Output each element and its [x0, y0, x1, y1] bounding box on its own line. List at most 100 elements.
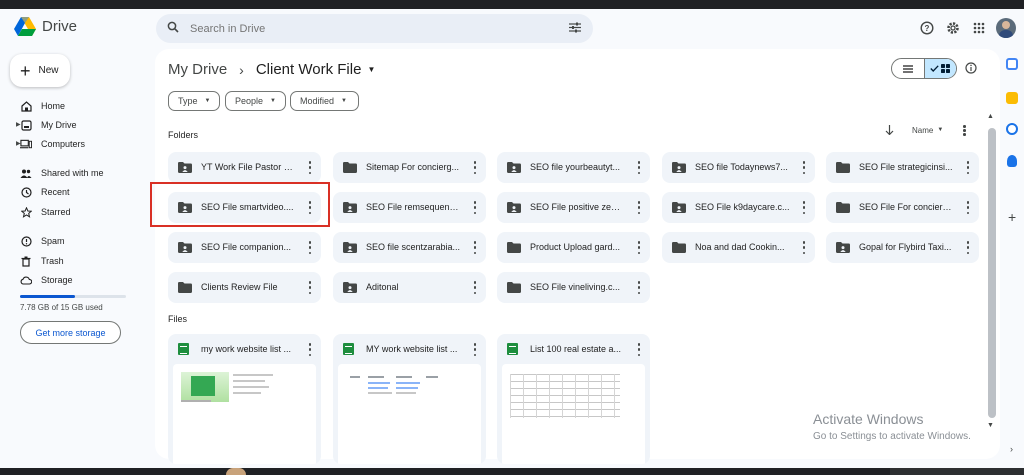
annotation-highlight-box	[150, 182, 330, 227]
sidebar-item-home[interactable]: Home	[0, 96, 155, 115]
folder-card[interactable]: SEO File remsequenc...	[333, 192, 486, 223]
svg-text:?: ?	[925, 24, 930, 33]
info-icon[interactable]	[965, 62, 977, 74]
folder-card[interactable]: SEO File vineliving.c...	[497, 272, 650, 303]
folder-card[interactable]: SEO file Todaynews7...	[662, 152, 815, 183]
file-thumbnail[interactable]	[338, 364, 481, 464]
more-options-icon[interactable]	[473, 161, 477, 174]
contacts-icon[interactable]	[1007, 155, 1017, 167]
new-button[interactable]: + New	[10, 54, 70, 87]
search-icon[interactable]	[167, 21, 179, 33]
more-options-icon[interactable]	[637, 343, 641, 356]
folder-card[interactable]: Noa and dad Cookin...	[662, 232, 815, 263]
filter-modified-chip[interactable]: Modified ▼	[290, 91, 359, 111]
search-input[interactable]	[190, 20, 550, 37]
account-avatar[interactable]	[996, 18, 1016, 38]
collapse-panel-icon[interactable]: ›	[1010, 444, 1013, 454]
file-card[interactable]: MY work website list ...	[333, 334, 486, 464]
more-options-icon[interactable]	[802, 201, 806, 214]
taskbar-tray[interactable]	[890, 468, 1024, 475]
sidebar-item-spam[interactable]: Spam	[0, 231, 155, 250]
sidebar-item-computers[interactable]: ▶ Computers	[0, 134, 155, 153]
more-options-icon[interactable]	[966, 161, 970, 174]
grid-view-button[interactable]	[923, 59, 956, 78]
sidebar-item-label: Starred	[41, 206, 71, 217]
sidebar-item-recent[interactable]: Recent	[0, 182, 155, 201]
more-options-icon[interactable]	[308, 241, 312, 254]
more-options-icon[interactable]	[637, 161, 641, 174]
folder-card[interactable]: Aditonal	[333, 272, 486, 303]
more-options-icon[interactable]	[473, 241, 477, 254]
breadcrumb-current[interactable]: Client Work File	[256, 61, 362, 78]
more-options-icon[interactable]	[963, 125, 966, 136]
list-view-icon	[902, 64, 913, 73]
filter-people-chip[interactable]: People ▼	[225, 91, 286, 111]
list-view-button[interactable]	[892, 59, 924, 78]
file-card[interactable]: my work website list ...	[168, 334, 321, 464]
folder-card[interactable]: Gopal for Flybird Taxi...	[826, 232, 979, 263]
calendar-icon[interactable]	[1006, 58, 1018, 70]
file-card-header: MY work website list ...	[333, 334, 486, 364]
taskbar-avatar[interactable]	[226, 468, 246, 475]
main-content: My Drive › Client Work File ▼ Type ▼ Peop…	[155, 49, 1000, 464]
shared-folder-icon	[343, 202, 357, 213]
more-options-icon[interactable]	[802, 241, 806, 254]
folder-name: SEO file yourbeautyt...	[530, 162, 621, 172]
vertical-scrollbar[interactable]	[988, 128, 996, 418]
get-more-storage-button[interactable]: Get more storage	[20, 321, 121, 344]
sidebar-item-shared[interactable]: Shared with me	[0, 163, 155, 182]
sidebar-item-trash[interactable]: Trash	[0, 251, 155, 270]
folder-name: SEO file scentzarabia...	[366, 242, 461, 252]
more-options-icon[interactable]	[802, 161, 806, 174]
sidebar-item-storage[interactable]: Storage	[0, 270, 155, 289]
search-bar[interactable]	[156, 14, 593, 43]
folder-icon	[178, 282, 192, 293]
folder-card[interactable]: SEO File For concierg...	[826, 192, 979, 223]
tasks-icon[interactable]	[1006, 123, 1018, 135]
apps-grid-icon[interactable]	[966, 17, 992, 39]
sidebar-item-my-drive[interactable]: ▶ My Drive	[0, 115, 155, 134]
more-options-icon[interactable]	[473, 343, 477, 356]
sidebar-item-starred[interactable]: Starred	[0, 202, 155, 221]
more-options-icon[interactable]	[637, 281, 641, 294]
more-options-icon[interactable]	[637, 201, 641, 214]
more-options-icon[interactable]	[473, 281, 477, 294]
chevron-down-icon[interactable]: ▼	[367, 65, 375, 74]
chevron-down-icon: ▼	[204, 98, 211, 104]
folder-card[interactable]: SEO File positive zen ...	[497, 192, 650, 223]
folder-card[interactable]: Sitemap For concierg...	[333, 152, 486, 183]
taskbar	[0, 468, 1024, 475]
breadcrumb-root[interactable]: My Drive	[168, 61, 227, 78]
help-icon[interactable]: ?	[914, 17, 940, 39]
filter-type-chip[interactable]: Type ▼	[168, 91, 220, 111]
file-card[interactable]: List 100 real estate a...	[497, 334, 650, 464]
more-options-icon[interactable]	[966, 241, 970, 254]
files-heading: Files	[168, 314, 188, 324]
more-options-icon[interactable]	[308, 281, 312, 294]
folder-card[interactable]: SEO File k9daycare.c...	[662, 192, 815, 223]
file-thumbnail[interactable]	[502, 364, 645, 464]
folder-card[interactable]: Clients Review File	[168, 272, 321, 303]
folder-card[interactable]: SEO File strategicinsi...	[826, 152, 979, 183]
folder-card[interactable]: Product Upload gard...	[497, 232, 650, 263]
file-thumbnail[interactable]	[173, 364, 316, 464]
folder-card[interactable]: SEO file yourbeautyt...	[497, 152, 650, 183]
more-options-icon[interactable]	[473, 201, 477, 214]
sort-name-label[interactable]: Name	[912, 126, 933, 135]
sort-direction-icon[interactable]	[885, 125, 894, 136]
search-options-icon[interactable]	[569, 22, 581, 33]
add-addon-icon[interactable]: +	[1008, 209, 1016, 225]
scroll-down-arrow-icon[interactable]: ▼	[987, 422, 994, 429]
scroll-up-arrow-icon[interactable]: ▲	[987, 113, 994, 120]
more-options-icon[interactable]	[637, 241, 641, 254]
more-options-icon[interactable]	[308, 343, 312, 356]
chevron-down-icon[interactable]: ▼	[937, 127, 943, 133]
folder-card[interactable]: SEO File companion...	[168, 232, 321, 263]
settings-icon[interactable]	[940, 17, 966, 39]
drive-logo[interactable]: Drive	[14, 17, 77, 36]
more-options-icon[interactable]	[308, 161, 312, 174]
folder-card[interactable]: SEO file scentzarabia...	[333, 232, 486, 263]
folder-card[interactable]: YT Work File Pastor S...	[168, 152, 321, 183]
more-options-icon[interactable]	[966, 201, 970, 214]
keep-icon[interactable]	[1006, 92, 1018, 104]
